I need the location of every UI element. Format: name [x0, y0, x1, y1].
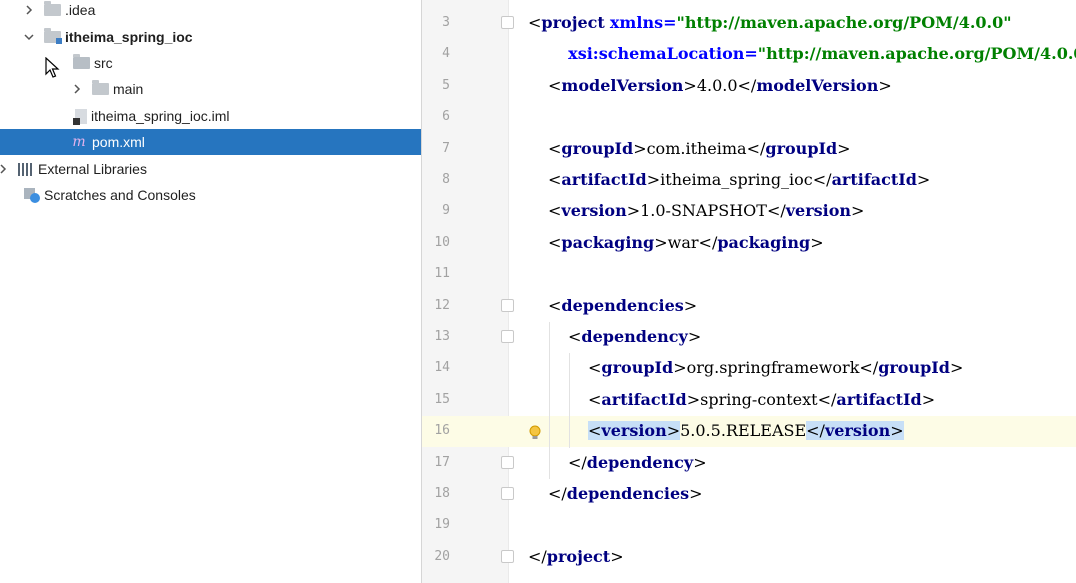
- line-number: 19: [434, 517, 450, 533]
- code-line[interactable]: 5 <modelVersion>4.0.0</modelVersion>: [422, 71, 1076, 102]
- chevron-down-icon[interactable]: [22, 30, 36, 44]
- code-text: xsi:schemaLocation="http://maven.apache.…: [568, 44, 1076, 64]
- fold-marker-icon[interactable]: [501, 549, 514, 563]
- code-text: <dependencies>: [548, 295, 698, 315]
- indent-guide: [549, 322, 550, 479]
- code-text: </project>: [528, 546, 624, 566]
- scratches-icon: [24, 187, 40, 203]
- tree-item-label: main: [113, 81, 144, 97]
- code-text: <modelVersion>4.0.0</modelVersion>: [548, 75, 892, 95]
- code-line[interactable]: 12 <dependencies>: [422, 291, 1076, 322]
- code-text: <project xmlns="http://maven.apache.org/…: [528, 13, 1012, 32]
- line-number: 11: [434, 266, 450, 282]
- tree-item-label: src: [94, 55, 113, 71]
- code-line[interactable]: 11: [422, 259, 1076, 290]
- lightbulb-icon[interactable]: [529, 425, 541, 446]
- indent-guide: [569, 353, 570, 448]
- line-number: 14: [434, 360, 450, 376]
- code-text: <groupId>org.springframework</groupId>: [588, 358, 964, 378]
- line-number: 12: [434, 297, 450, 313]
- mouse-pointer-icon: [45, 56, 61, 82]
- tree-item-pom[interactable]: m pom.xml: [0, 129, 421, 155]
- code-line[interactable]: 20 </project>: [422, 542, 1076, 573]
- code-line[interactable]: 17 </dependency>: [422, 448, 1076, 479]
- tree-item-iml[interactable]: itheima_spring_ioc.iml: [0, 103, 421, 129]
- code-text: <version>1.0-SNAPSHOT</version>: [548, 201, 865, 221]
- tree-item-label: itheima_spring_ioc: [65, 29, 193, 45]
- code-text: <packaging>war</packaging>: [548, 232, 824, 252]
- code-line[interactable]: 3 <project xmlns="http://maven.apache.org…: [422, 8, 1076, 39]
- code-line[interactable]: 18 </dependencies>: [422, 479, 1076, 510]
- line-number: 13: [434, 329, 450, 344]
- folder-icon: [44, 1, 61, 16]
- line-number: 6: [442, 109, 450, 125]
- libraries-icon: [18, 162, 34, 176]
- line-number: 16: [434, 423, 450, 439]
- line-number: 9: [442, 203, 450, 219]
- tree-item-label: External Libraries: [38, 161, 147, 177]
- tree-item-idea[interactable]: .idea: [0, 0, 421, 23]
- tree-item-label: itheima_spring_ioc.iml: [91, 108, 230, 124]
- code-line[interactable]: 10 <packaging>war</packaging>: [422, 228, 1076, 259]
- code-line[interactable]: 4 xsi:schemaLocation="http://maven.apach…: [422, 39, 1076, 70]
- line-number: 5: [442, 77, 450, 93]
- code-text: <version>5.0.5.RELEASE</version>: [588, 421, 904, 441]
- tree-item-project[interactable]: itheima_spring_ioc: [0, 24, 421, 50]
- chevron-right-icon[interactable]: [0, 162, 10, 176]
- code-line[interactable]: 19: [422, 510, 1076, 541]
- code-line[interactable]: 16 <version>5.0.5.RELEASE</version>: [422, 416, 1076, 448]
- tree-item-label: Scratches and Consoles: [44, 187, 196, 203]
- module-file-icon: [73, 108, 87, 125]
- fold-marker-icon[interactable]: [501, 487, 514, 500]
- tree-item-src[interactable]: src: [0, 50, 421, 76]
- code-line[interactable]: 9 <version>1.0-SNAPSHOT</version>: [422, 196, 1076, 227]
- line-number: 7: [442, 140, 450, 156]
- tree-item-scratches[interactable]: Scratches and Consoles: [0, 182, 421, 208]
- code-text: <groupId>com.itheima</groupId>: [548, 138, 851, 158]
- source-folder-icon: [73, 54, 90, 69]
- code-line[interactable]: 15 <artifactId>spring-context</artifactId…: [422, 385, 1076, 416]
- fold-marker-icon[interactable]: [501, 16, 514, 29]
- code-text: <artifactId>spring-context</artifactId>: [588, 389, 936, 409]
- project-tree: .idea itheima_spring_ioc src main itheim…: [0, 0, 421, 583]
- line-number: 10: [434, 234, 450, 250]
- maven-file-icon: m: [72, 134, 86, 150]
- line-number: 15: [434, 391, 450, 407]
- code-line[interactable]: 7 <groupId>com.itheima</groupId>: [422, 134, 1076, 165]
- code-text: </dependency>: [568, 452, 707, 472]
- line-number: 3: [442, 15, 450, 30]
- module-folder-icon: [44, 28, 62, 44]
- code-line[interactable]: 14 <groupId>org.springframework</groupId>: [422, 353, 1076, 384]
- ide-window: .idea itheima_spring_ioc src main itheim…: [0, 0, 1076, 583]
- code-text: </dependencies>: [548, 484, 703, 503]
- tree-item-main[interactable]: main: [0, 76, 421, 102]
- chevron-right-icon[interactable]: [22, 3, 36, 17]
- tree-item-label: .idea: [65, 2, 96, 18]
- line-number: 20: [434, 548, 450, 564]
- chevron-right-icon[interactable]: [70, 82, 84, 96]
- line-number: 17: [434, 454, 450, 470]
- code-line[interactable]: 8 <artifactId>itheima_spring_ioc</artifac…: [422, 165, 1076, 196]
- line-number: 18: [434, 486, 450, 501]
- code-line[interactable]: 13 <dependency>: [422, 322, 1076, 353]
- code-text: <artifactId>itheima_spring_ioc</artifact…: [548, 170, 931, 189]
- fold-marker-icon[interactable]: [501, 330, 514, 343]
- fold-marker-icon[interactable]: [501, 298, 514, 312]
- code-text: <dependency>: [568, 327, 702, 346]
- fold-marker-icon[interactable]: [501, 455, 514, 469]
- tree-item-label: pom.xml: [92, 134, 145, 150]
- code-line[interactable]: 6: [422, 102, 1076, 133]
- tree-item-external-libraries[interactable]: External Libraries: [0, 156, 421, 182]
- folder-icon: [92, 80, 109, 95]
- code-editor[interactable]: 3 <project xmlns="http://maven.apache.org…: [422, 0, 1076, 583]
- line-number: 4: [442, 46, 450, 62]
- line-number: 8: [442, 172, 450, 187]
